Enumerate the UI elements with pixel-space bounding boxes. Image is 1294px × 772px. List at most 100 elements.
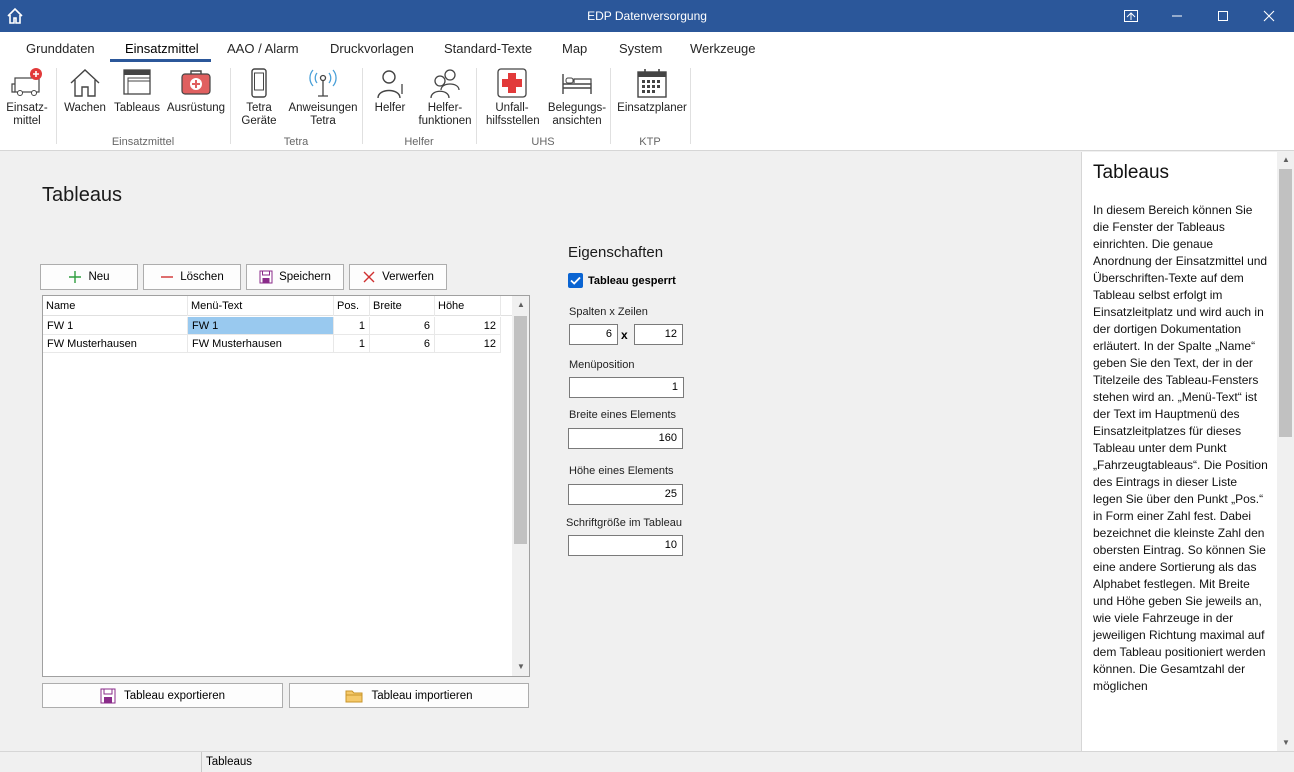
restore-panel-icon	[1124, 10, 1138, 22]
discard-button[interactable]: Verwerfen	[349, 264, 447, 290]
ribbon-einsatzmittel-button[interactable]: Einsatz- mittel	[4, 66, 50, 128]
tab-standard-texte[interactable]: Standard-Texte	[444, 41, 532, 56]
column-header-breite[interactable]: Breite	[370, 296, 435, 316]
tableau-locked-checkbox[interactable]	[568, 273, 583, 288]
new-button-label: Neu	[88, 271, 110, 283]
ribbon-helfer-button[interactable]: Helfer	[370, 66, 410, 115]
cell-name[interactable]: FW Musterhausen	[43, 335, 188, 353]
ribbon-belegungsansichten-label: Belegungs- ansichten	[547, 102, 607, 127]
delete-button[interactable]: Löschen	[143, 264, 241, 290]
ribbon-wachen-button[interactable]: Wachen	[62, 66, 108, 115]
ribbon-tableaus-button[interactable]: Tableaus	[112, 66, 162, 115]
table-scrollbar[interactable]: ▲ ▼	[512, 296, 529, 676]
discard-button-label: Verwerfen	[382, 271, 434, 283]
maximize-button[interactable]	[1200, 0, 1246, 32]
help-panel: Tableaus In diesem Bereich können Sie di…	[1081, 152, 1294, 751]
ribbon-wachen-label: Wachen	[64, 102, 106, 114]
tab-map[interactable]: Map	[562, 41, 587, 56]
cell-hoehe[interactable]: 12	[435, 335, 501, 353]
minimize-button[interactable]	[1154, 0, 1200, 32]
cols-input[interactable]: 6	[569, 324, 618, 345]
ribbon-separator	[690, 68, 691, 144]
bed-icon	[562, 74, 592, 94]
cell-breite[interactable]: 6	[370, 335, 435, 353]
element-height-input[interactable]: 25	[568, 484, 683, 505]
help-scrollbar-thumb[interactable]	[1279, 169, 1292, 437]
tableau-locked-label[interactable]: Tableau gesperrt	[588, 275, 676, 287]
cell-hoehe[interactable]: 12	[435, 317, 501, 335]
column-header-hoehe[interactable]: Höhe	[435, 296, 501, 316]
scroll-up-icon[interactable]: ▲	[517, 300, 525, 309]
windows-icon	[123, 69, 151, 95]
tab-aao-alarm[interactable]: AAO / Alarm	[227, 41, 299, 56]
ribbon-tableaus-label: Tableaus	[113, 102, 161, 114]
cell-pos[interactable]: 1	[334, 335, 370, 353]
floppy-icon	[100, 688, 116, 703]
ribbon-tabs: Grunddaten Einsatzmittel AAO / Alarm Dru…	[0, 32, 1294, 62]
cell-menu-text[interactable]: FW 1	[188, 317, 334, 335]
group-label-einsatzmittel: Einsatzmittel	[111, 136, 175, 148]
element-width-input[interactable]: 160	[568, 428, 683, 449]
import-tableau-button[interactable]: Tableau importieren	[289, 683, 529, 708]
cols-rows-label: Spalten x Zeilen	[569, 306, 648, 318]
cell-name[interactable]: FW 1	[43, 317, 188, 335]
element-width-label: Breite eines Elements	[569, 409, 676, 421]
first-aid-kit-icon	[181, 70, 211, 95]
export-tableau-label: Tableau exportieren	[123, 689, 225, 702]
ribbon-helferfunktionen-label: Helfer- funktionen	[418, 102, 472, 127]
new-button[interactable]: Neu	[40, 264, 138, 290]
rows-input[interactable]: 12	[634, 324, 683, 345]
folder-icon	[345, 690, 363, 702]
tab-druckvorlagen[interactable]: Druckvorlagen	[330, 41, 414, 56]
ribbon-ausruestung-button[interactable]: Ausrüstung	[164, 66, 228, 115]
export-tableau-button[interactable]: Tableau exportieren	[42, 683, 283, 708]
tab-werkzeuge[interactable]: Werkzeuge	[690, 41, 756, 56]
status-text: Tableaus	[206, 756, 253, 768]
group-label-ktp: KTP	[639, 136, 661, 148]
column-header-menu-text[interactable]: Menü-Text	[188, 296, 334, 316]
table-row[interactable]: FW Musterhausen FW Musterhausen 1 6 12	[43, 335, 513, 353]
delete-button-label: Löschen	[180, 271, 224, 283]
font-size-input[interactable]: 10	[568, 535, 683, 556]
tab-system[interactable]: System	[619, 41, 662, 56]
scroll-down-icon[interactable]: ▼	[1282, 738, 1290, 747]
plus-icon	[69, 271, 82, 283]
ribbon-tetra-geraete-button[interactable]: Tetra Geräte	[238, 66, 280, 128]
table-row[interactable]: FW 1 FW 1 1 6 12	[43, 317, 513, 335]
scroll-up-icon[interactable]: ▲	[1282, 155, 1290, 164]
ribbon-separator	[476, 68, 477, 144]
ribbon-unfallhilfsstellen-button[interactable]: Unfall- hilfsstellen	[486, 66, 540, 128]
ribbon-einsatzmittel-label: Einsatz- mittel	[6, 102, 48, 127]
x-icon	[363, 271, 375, 283]
save-button-label: Speichern	[279, 271, 331, 283]
maximize-icon	[1218, 11, 1228, 21]
help-scrollbar[interactable]: ▲ ▼	[1277, 152, 1294, 751]
font-size-label: Schriftgröße im Tableau	[566, 517, 682, 529]
close-button[interactable]	[1246, 0, 1292, 32]
cross-icon	[497, 68, 527, 98]
column-header-pos[interactable]: Pos.	[334, 296, 370, 316]
restore-panel-button[interactable]	[1108, 0, 1154, 32]
cell-menu-text[interactable]: FW Musterhausen	[188, 335, 334, 353]
ribbon-anweisungen-tetra-label: Anweisungen Tetra	[288, 102, 358, 127]
menu-position-input[interactable]: 1	[569, 377, 684, 398]
window-title: EDP Datenversorgung	[587, 9, 707, 23]
scroll-down-icon[interactable]: ▼	[517, 662, 525, 671]
column-header-name[interactable]: Name	[43, 296, 188, 316]
ribbon-separator	[56, 68, 57, 144]
floppy-icon	[259, 270, 273, 284]
save-button[interactable]: Speichern	[246, 264, 344, 290]
cell-breite[interactable]: 6	[370, 317, 435, 335]
cell-pos[interactable]: 1	[334, 317, 370, 335]
checkmark-icon	[570, 276, 581, 285]
group-label-uhs: UHS	[531, 136, 555, 148]
ribbon-einsatzplaner-button[interactable]: Einsatzplaner	[614, 66, 690, 115]
ribbon-anweisungen-tetra-button[interactable]: Anweisungen Tetra	[286, 66, 360, 128]
ribbon-belegungsansichten-button[interactable]: Belegungs- ansichten	[544, 66, 610, 128]
tab-grunddaten[interactable]: Grunddaten	[26, 41, 95, 56]
table-scrollbar-thumb[interactable]	[514, 316, 527, 544]
tab-einsatzmittel[interactable]: Einsatzmittel	[125, 41, 199, 56]
calendar-icon	[637, 69, 667, 98]
ribbon-helferfunktionen-button[interactable]: Helfer- funktionen	[414, 66, 476, 128]
status-separator	[201, 752, 202, 772]
